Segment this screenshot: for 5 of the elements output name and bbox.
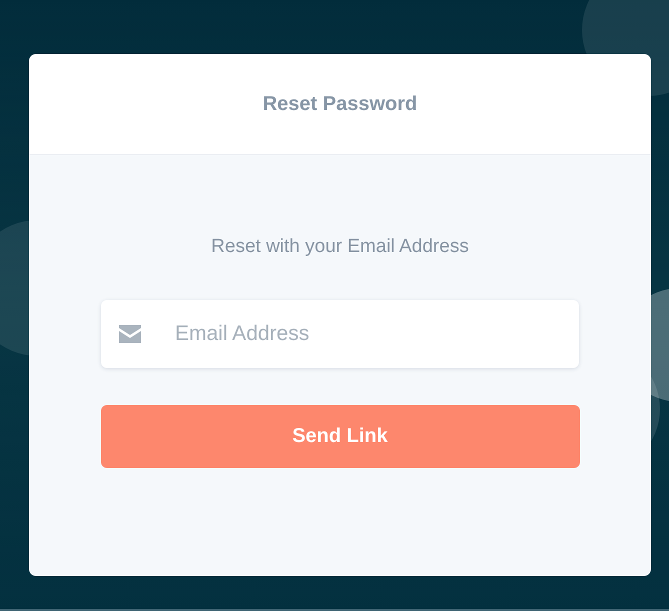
email-field[interactable]: Email Address — [101, 300, 579, 368]
card-title: Reset Password — [262, 92, 418, 116]
mail-icon — [119, 325, 141, 343]
card-subtitle: Reset with your Email Address — [211, 236, 469, 258]
send-link-button[interactable]: Send Link — [100, 405, 580, 468]
